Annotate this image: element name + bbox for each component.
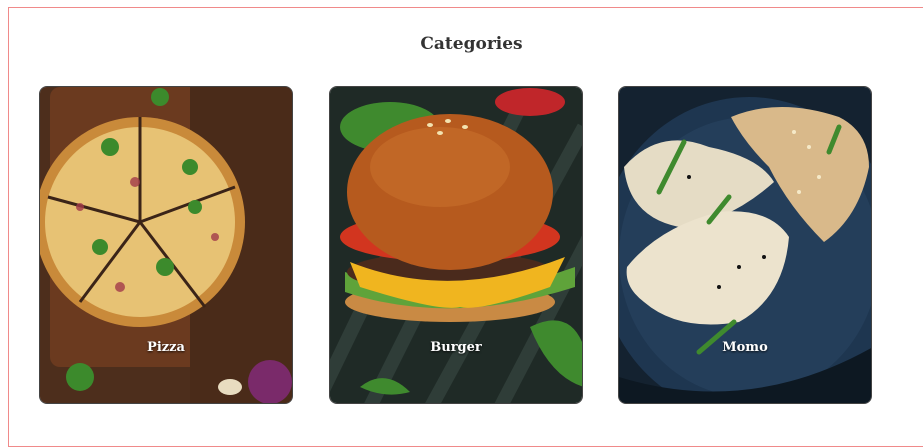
category-label: Pizza xyxy=(147,340,185,355)
burger-image xyxy=(330,87,582,403)
momo-image xyxy=(619,87,871,403)
category-card-burger[interactable]: Burger xyxy=(329,86,583,404)
pizza-image xyxy=(40,87,292,403)
category-card-pizza[interactable]: Pizza xyxy=(39,86,293,404)
category-label: Burger xyxy=(430,340,482,355)
category-label: Momo xyxy=(722,340,768,355)
section-title: Categories xyxy=(420,34,523,54)
category-card-momo[interactable]: Momo xyxy=(618,86,872,404)
